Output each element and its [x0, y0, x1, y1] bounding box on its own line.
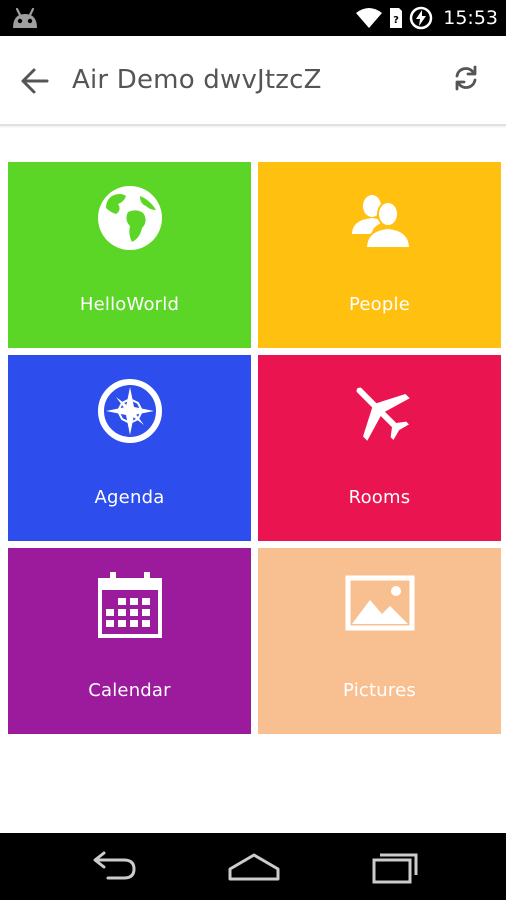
- status-bar: ? 15:53: [0, 0, 506, 36]
- tile-agenda[interactable]: Agenda: [8, 355, 251, 541]
- navigation-bar: [0, 833, 506, 900]
- compass-icon: [98, 379, 162, 443]
- tile-label-helloworld: HelloWorld: [79, 294, 180, 315]
- wifi-icon: [356, 8, 383, 28]
- globe-icon: [98, 186, 162, 250]
- battery-charging-icon: [409, 6, 433, 30]
- recent-apps-icon[interactable]: [364, 847, 424, 887]
- tile-pictures[interactable]: Pictures: [258, 548, 501, 734]
- back-nav-icon[interactable]: [84, 847, 144, 887]
- tile-label-people: People: [348, 294, 410, 315]
- android-icon: [13, 7, 37, 28]
- tile-label-calendar: Calendar: [88, 680, 171, 701]
- refresh-icon[interactable]: [452, 64, 480, 92]
- svg-text:?: ?: [393, 15, 399, 26]
- arrow-back-icon[interactable]: [20, 66, 50, 96]
- calendar-icon: [98, 572, 162, 638]
- tile-calendar[interactable]: Calendar: [8, 548, 251, 734]
- status-clock: 15:53: [443, 7, 498, 29]
- tile-label-pictures: Pictures: [343, 680, 416, 701]
- home-icon[interactable]: [224, 847, 284, 887]
- tile-rooms[interactable]: Rooms: [258, 355, 501, 541]
- tile-label-rooms: Rooms: [348, 487, 411, 508]
- people-icon: [352, 195, 412, 249]
- page-title: Air Demo dwvJtzcZ: [72, 65, 322, 95]
- no-sim-icon: ?: [390, 8, 403, 28]
- app-bar: Air Demo dwvJtzcZ: [0, 36, 506, 126]
- tile-people[interactable]: People: [258, 162, 501, 348]
- tile-helloworld[interactable]: HelloWorld: [8, 162, 251, 348]
- picture-icon: [345, 575, 415, 631]
- tile-label-agenda: Agenda: [94, 487, 165, 508]
- airplane-icon: [356, 387, 410, 441]
